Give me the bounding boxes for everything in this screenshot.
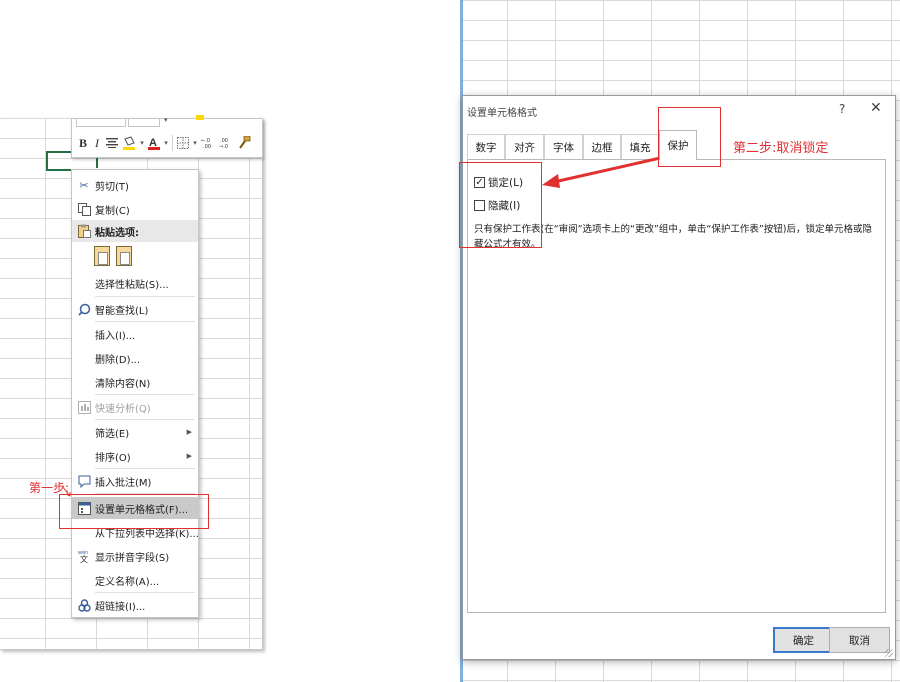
menu-item-label: 剪切(T) — [95, 181, 129, 193]
mini-toolbar: ▾ B I ▾ A ▾ ▾ ←.0.00 .00 →.0 — [71, 115, 263, 158]
menu-item-paste-options: 粘贴选项: — [72, 220, 198, 242]
menu-item-label: 显示拼音字段(S) — [95, 552, 170, 564]
menu-item-label: 清除内容(N) — [95, 378, 151, 390]
menu-item-label: 智能查找(L) — [95, 305, 149, 317]
increase-decimal-button[interactable]: ←.0.00 — [199, 133, 217, 153]
borders-button[interactable] — [175, 133, 191, 153]
paint-bucket-icon — [123, 136, 135, 150]
menu-item-paste-special[interactable]: 选择性粘贴(S)... — [72, 272, 198, 294]
close-button[interactable]: ✕ — [870, 100, 882, 116]
menu-item-label: 定义名称(A)... — [95, 576, 160, 588]
menu-item-delete[interactable]: 删除(D)... — [72, 347, 198, 369]
phonetic-icon: wén 文 — [76, 548, 92, 564]
menu-separator — [95, 419, 195, 420]
submenu-arrow-icon: ▶ — [186, 452, 192, 460]
font-name-box[interactable] — [76, 119, 126, 127]
decrease-decimal-icon: .00→.0 — [219, 138, 228, 149]
menu-separator — [95, 394, 195, 395]
menu-item-sort[interactable]: 排序(O) ▶ — [72, 445, 198, 467]
paste-option-icons — [94, 246, 132, 266]
menu-item-label: 插入批注(M) — [95, 477, 152, 489]
menu-item-insert-comment[interactable]: 插入批注(M) — [72, 470, 198, 492]
decrease-decimal-button[interactable]: .00 →.0 — [217, 133, 235, 153]
fill-color-button[interactable] — [120, 133, 138, 153]
help-button[interactable]: ? — [839, 102, 845, 116]
paste-values-icon[interactable] — [116, 246, 132, 266]
paste-option-icon[interactable] — [94, 246, 110, 266]
menu-item-label: 快速分析(Q) — [95, 403, 151, 415]
menu-item-label: 复制(C) — [95, 205, 130, 217]
context-menu: ✂ 剪切(T) 复制(C) 粘贴选项: 选择性粘贴(S)... 智能查找(L) … — [71, 169, 199, 618]
tab-protection[interactable]: 保护 — [659, 130, 697, 160]
hyperlink-icon — [76, 597, 92, 613]
quick-analysis-icon — [76, 399, 92, 415]
ok-button[interactable]: 确定 — [773, 627, 834, 653]
menu-item-show-phonetic[interactable]: wén 文 显示拼音字段(S) — [72, 545, 198, 567]
comment-icon — [76, 473, 92, 489]
menu-item-copy[interactable]: 复制(C) — [72, 198, 198, 220]
menu-separator — [95, 468, 195, 469]
mini-toolbar-format-row: B I ▾ A ▾ ▾ ←.0.00 .00 →.0 — [76, 131, 253, 155]
menu-item-label: 删除(D)... — [95, 354, 141, 366]
menu-item-label: 选择性粘贴(S)... — [95, 279, 169, 291]
step1-highlight-box — [59, 494, 209, 529]
dialog-title: 设置单元格格式 — [467, 108, 537, 119]
mini-toolbar-top-row: ▾ — [72, 115, 262, 129]
fill-color-dropdown-icon[interactable]: ▾ — [138, 133, 146, 153]
svg-text:→.0: →.0 — [219, 144, 228, 149]
top-row-caret: ▾ — [164, 116, 168, 124]
step2-annotation: 第二步:取消锁定 — [733, 141, 829, 156]
font-size-box[interactable] — [128, 119, 160, 127]
menu-item-quick-analysis: 快速分析(Q) — [72, 396, 198, 418]
locked-highlight-box — [459, 162, 542, 248]
menu-item-label: 超链接(I)... — [95, 601, 146, 613]
menu-item-label: 粘贴选项: — [95, 227, 139, 239]
menu-item-hyperlink[interactable]: 超链接(I)... — [72, 594, 198, 616]
cancel-button[interactable]: 取消 — [829, 627, 890, 653]
align-center-icon — [106, 138, 118, 148]
submenu-arrow-icon: ▶ — [186, 428, 192, 436]
svg-text:.00: .00 — [203, 144, 211, 149]
paste-icon — [76, 223, 92, 239]
font-color-dropdown-icon[interactable]: ▾ — [162, 133, 170, 153]
menu-separator — [95, 592, 195, 593]
format-painter-button[interactable] — [235, 133, 253, 153]
borders-dropdown-icon[interactable]: ▾ — [191, 133, 199, 153]
menu-item-clear-contents[interactable]: 清除内容(N) — [72, 371, 198, 393]
format-painter-icon — [239, 136, 251, 149]
menu-item-smart-lookup[interactable]: 智能查找(L) — [72, 298, 198, 320]
menu-item-label: 插入(I)... — [95, 330, 136, 342]
menu-item-label: 排序(O) — [95, 452, 131, 464]
scissors-icon: ✂ — [79, 178, 89, 192]
font-color-button[interactable]: A — [146, 133, 162, 153]
tab-number[interactable]: 数字 — [467, 134, 505, 160]
menu-item-insert[interactable]: 插入(I)... — [72, 323, 198, 345]
font-color-icon: A — [148, 137, 160, 150]
bold-button[interactable]: B — [76, 133, 90, 153]
borders-icon — [177, 137, 189, 149]
menu-separator — [95, 321, 195, 322]
top-row-fill-swatch — [196, 115, 204, 120]
increase-decimal-icon: ←.0.00 — [201, 138, 211, 149]
resize-grip-icon[interactable] — [885, 649, 893, 657]
svg-text:文: 文 — [80, 554, 88, 563]
copy-icon — [76, 201, 92, 217]
menu-item-label: 筛选(E) — [95, 428, 130, 440]
menu-separator — [95, 296, 195, 297]
menu-item-filter[interactable]: 筛选(E) ▶ — [72, 421, 198, 443]
italic-button[interactable]: I — [90, 133, 104, 153]
menu-item-define-name[interactable]: 定义名称(A)... — [72, 569, 198, 591]
smart-lookup-icon — [76, 301, 92, 317]
menu-item-cut[interactable]: ✂ 剪切(T) — [72, 174, 198, 196]
toolbar-separator — [172, 135, 173, 151]
align-center-button[interactable] — [104, 133, 120, 153]
